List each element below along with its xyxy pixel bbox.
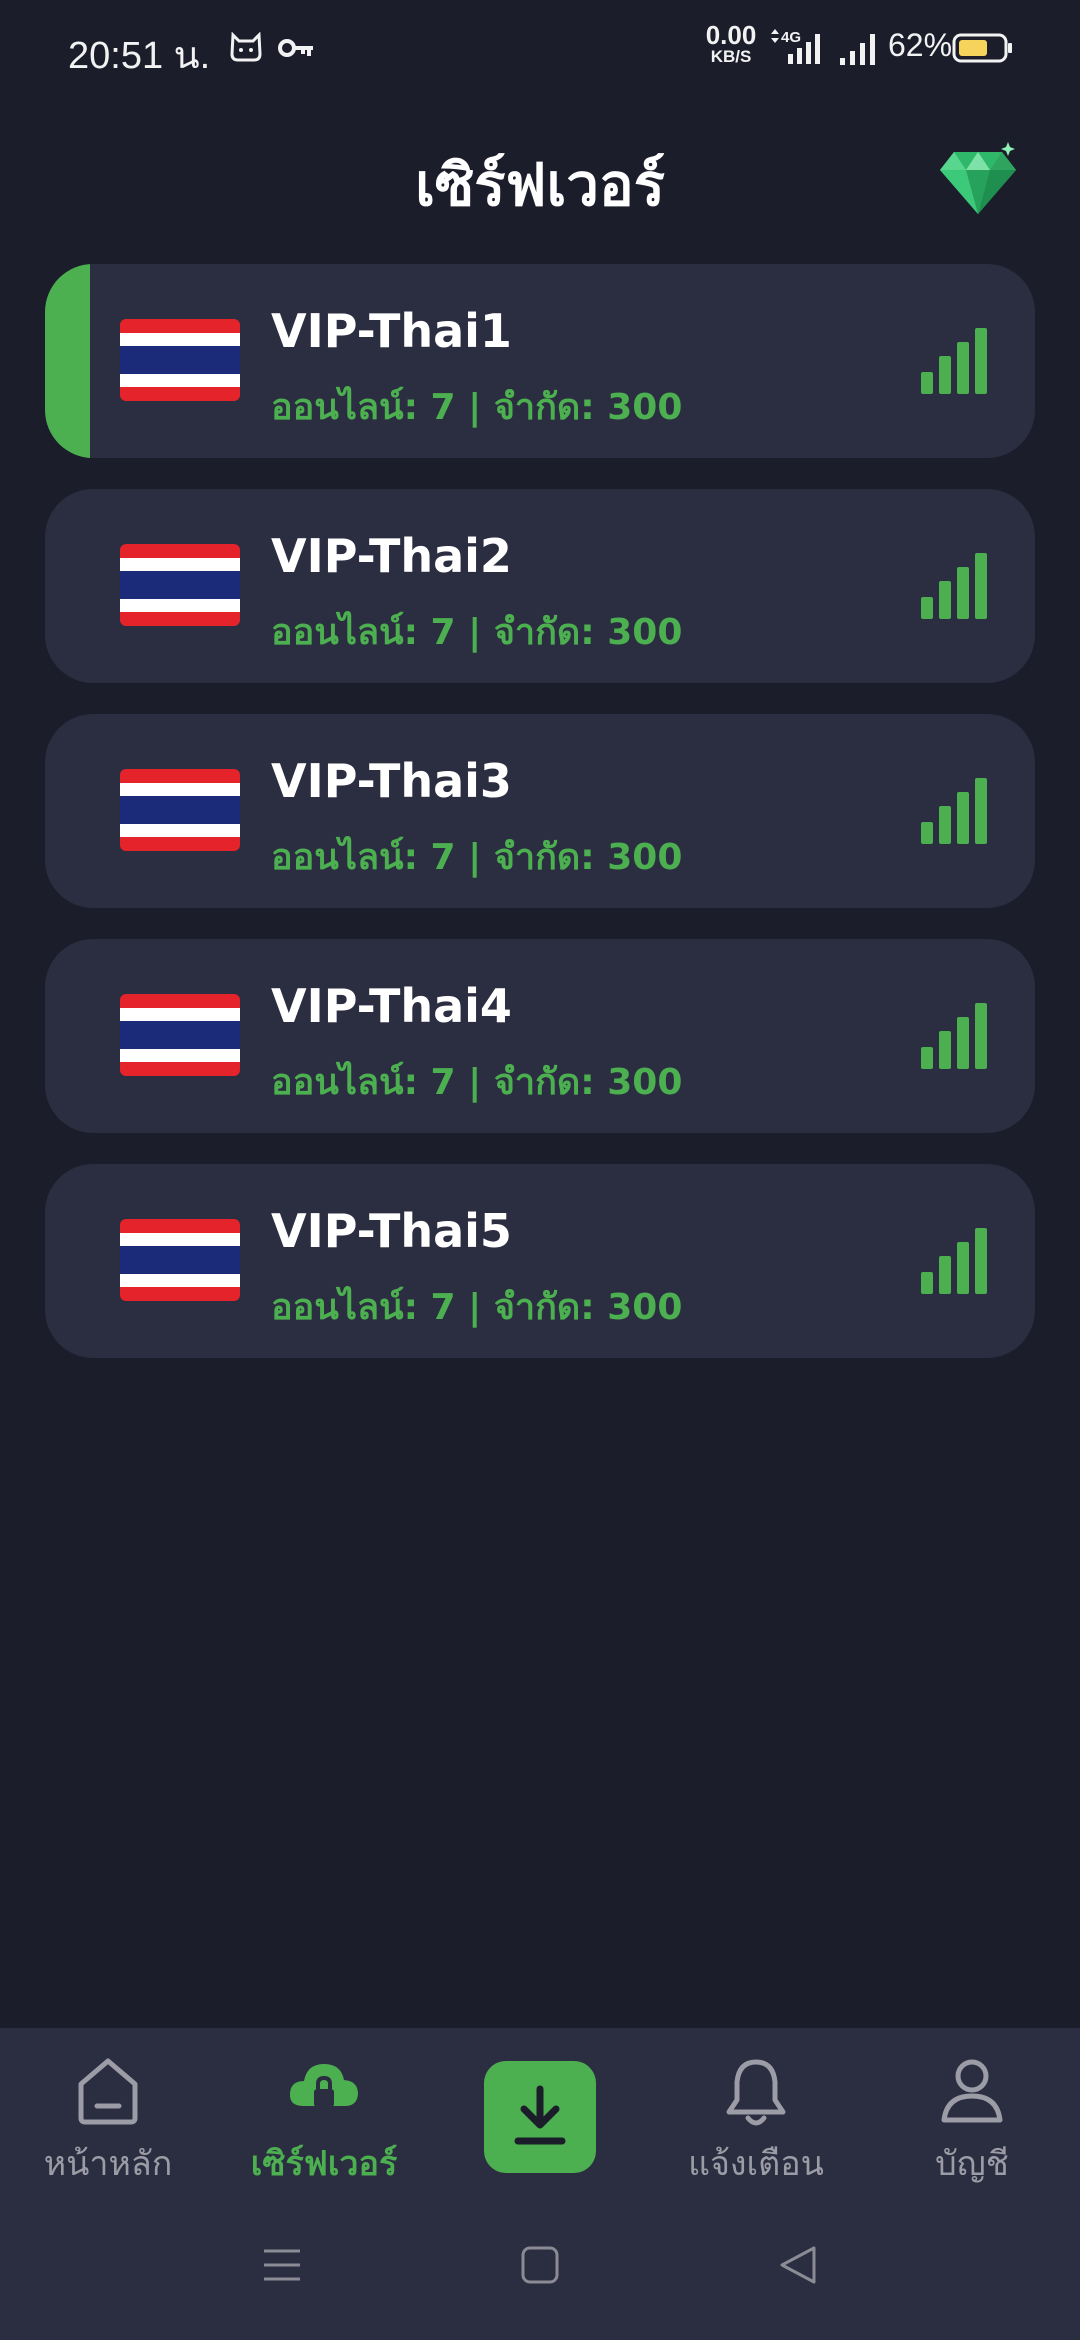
signal-bar: [957, 1017, 969, 1069]
status-time: 20:51 น.: [68, 35, 211, 77]
signal-bar: [975, 1228, 987, 1294]
server-card[interactable]: VIP-Thai3 ออนไลน์: 7 | จำกัด: 300: [45, 714, 1035, 908]
server-card[interactable]: VIP-Thai1 ออนไลน์: 7 | จำกัด: 300: [45, 264, 1035, 458]
server-status: ออนไลน์: 7 | จำกัด: 300: [271, 1287, 683, 1328]
thailand-flag-icon: [120, 769, 240, 851]
data-activity-icon: 4G: [766, 26, 826, 70]
server-name: VIP-Thai5: [271, 1204, 512, 1258]
signal-bar: [939, 581, 951, 619]
battery-icon: [952, 32, 1014, 68]
signal-bar: [975, 553, 987, 619]
signal-bar: [921, 822, 933, 844]
thailand-flag-icon: [120, 1219, 240, 1301]
bell-icon: [723, 2056, 789, 2134]
signal-bar: [975, 778, 987, 844]
signal-bar: [921, 1272, 933, 1294]
server-status: ออนไลน์: 7 | จำกัด: 300: [271, 1062, 683, 1103]
download-icon: [510, 2085, 570, 2153]
signal-strength-icon: [921, 328, 987, 394]
nav-notifications-label: แจ้งเตือน: [688, 2144, 824, 2184]
server-status: ออนไลน์: 7 | จำกัด: 300: [271, 612, 683, 653]
thailand-flag-icon: [120, 994, 240, 1076]
battery-percent: 62%: [888, 27, 953, 63]
cat-app-icon: [228, 31, 264, 66]
signal-bar: [921, 372, 933, 394]
nav-servers-label: เซิร์ฟเวอร์: [250, 2144, 398, 2184]
signal-strength-icon: [921, 1228, 987, 1294]
nav-home-label: หน้าหลัก: [43, 2144, 173, 2184]
thailand-flag-icon: [120, 319, 240, 401]
signal-bar: [957, 567, 969, 619]
network-speed: 0.00 KB/S: [700, 22, 762, 65]
server-name: VIP-Thai3: [271, 754, 512, 808]
signal-strength-icon: [921, 553, 987, 619]
signal-bar: [939, 1256, 951, 1294]
status-bar: 20:51 น. 0.00 KB/S 4G 62%: [0, 0, 1080, 96]
server-list: VIP-Thai1 ออนไลน์: 7 | จำกัด: 300 VIP-Th…: [45, 264, 1035, 1389]
server-status: ออนไลน์: 7 | จำกัด: 300: [271, 387, 683, 428]
nav-servers[interactable]: เซิร์ฟเวอร์: [216, 2028, 432, 2188]
nav-account-label: บัญชี: [935, 2144, 1009, 2184]
signal-strength-icon: [921, 778, 987, 844]
signal-bar: [957, 1242, 969, 1294]
home-icon: [75, 2056, 141, 2130]
selected-indicator: [45, 264, 90, 458]
server-name: VIP-Thai4: [271, 979, 512, 1033]
page-title: เซิร์ฟเวอร์: [415, 151, 665, 219]
server-card[interactable]: VIP-Thai2 ออนไลน์: 7 | จำกัด: 300: [45, 489, 1035, 683]
user-icon: [939, 2056, 1005, 2130]
signal-bar: [957, 792, 969, 844]
signal-icon: [838, 32, 880, 70]
nav-account[interactable]: บัญชี: [864, 2028, 1080, 2188]
signal-bar: [921, 1047, 933, 1069]
signal-bar: [921, 597, 933, 619]
back-icon[interactable]: [778, 2245, 818, 2289]
signal-bar: [975, 1003, 987, 1069]
home-square-icon[interactable]: [520, 2245, 560, 2289]
server-name: VIP-Thai2: [271, 529, 512, 583]
signal-bar: [939, 1031, 951, 1069]
cloud-lock-icon: [287, 2056, 361, 2122]
signal-bar: [939, 356, 951, 394]
signal-bar: [939, 806, 951, 844]
bottom-nav: หน้าหลัก เซิร์ฟเวอร์ แจ้งเตือน บัญชี: [0, 2028, 1080, 2340]
signal-bar: [957, 342, 969, 394]
server-status: ออนไลน์: 7 | จำกัด: 300: [271, 837, 683, 878]
menu-icon[interactable]: [262, 2245, 302, 2289]
download-button[interactable]: [484, 2061, 596, 2173]
network-speed-unit: KB/S: [710, 47, 752, 66]
signal-strength-icon: [921, 1003, 987, 1069]
nav-home[interactable]: หน้าหลัก: [0, 2028, 216, 2188]
server-name: VIP-Thai1: [271, 304, 512, 358]
nav-notifications[interactable]: แจ้งเตือน: [648, 2028, 864, 2188]
vpn-key-icon: [278, 36, 316, 64]
server-card[interactable]: VIP-Thai5 ออนไลน์: 7 | จำกัด: 300: [45, 1164, 1035, 1358]
signal-bar: [975, 328, 987, 394]
thailand-flag-icon: [120, 544, 240, 626]
network-type: 4G: [781, 29, 801, 46]
server-card[interactable]: VIP-Thai4 ออนไลน์: 7 | จำกัด: 300: [45, 939, 1035, 1133]
diamond-icon[interactable]: [938, 142, 1018, 220]
network-speed-value: 0.00: [705, 20, 757, 50]
